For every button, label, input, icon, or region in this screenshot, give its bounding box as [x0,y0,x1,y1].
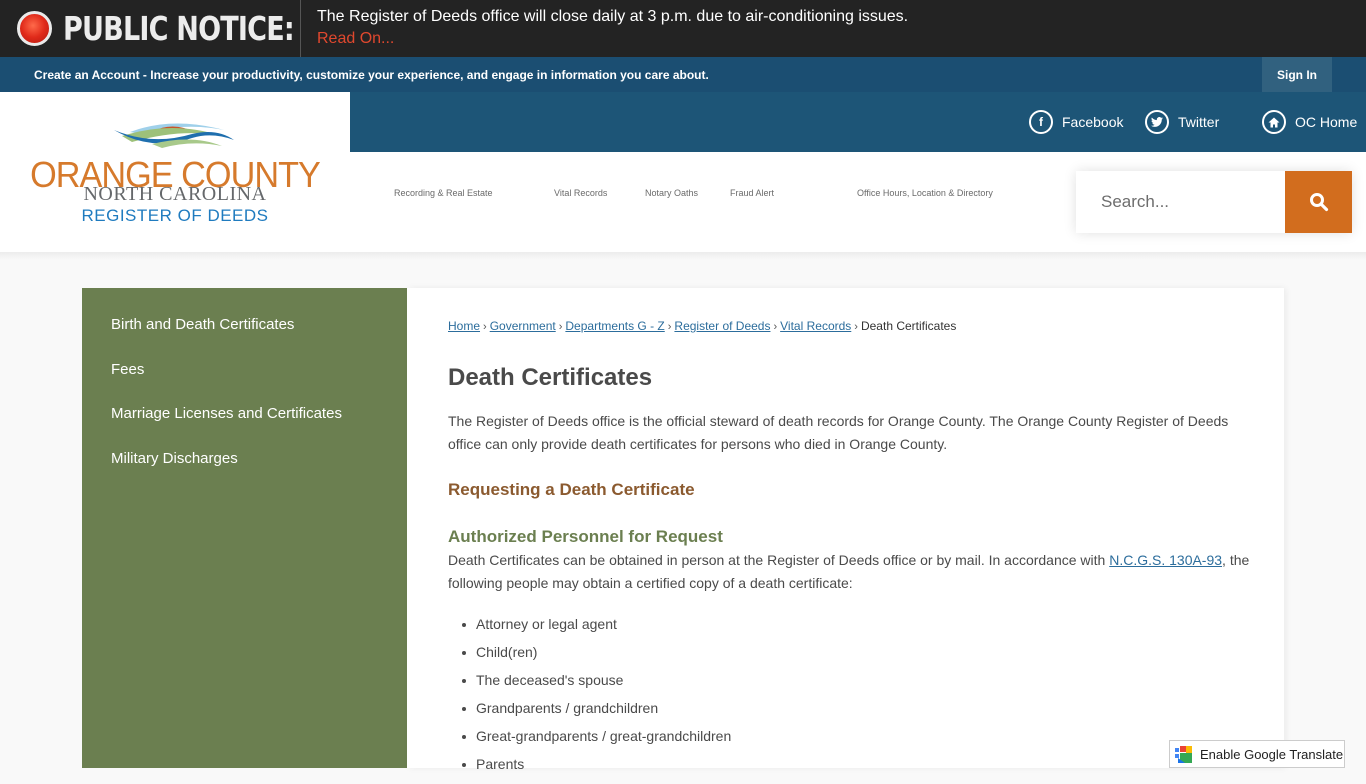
list-item: Child(ren) [461,644,731,672]
oc-home-label: OC Home [1295,114,1358,130]
sidebar-item-marriage-licenses[interactable]: Marriage Licenses and Certificates [111,405,342,422]
logo-landscape-icon [114,123,234,148]
home-icon [1262,110,1286,134]
twitter-icon [1145,110,1169,134]
read-on-link[interactable]: Read On... [317,30,394,48]
nav-vital-records[interactable]: Vital Records [554,188,607,198]
page-title: Death Certificates [448,364,653,391]
sidebar-nav: Birth and Death Certificates Fees Marria… [82,288,407,768]
requesting-heading: Requesting a Death Certificate [448,480,695,499]
breadcrumb-vital-records[interactable]: Vital Records [780,319,851,333]
breadcrumb-separator: › [558,321,563,333]
google-translate-label: Enable Google Translate [1200,746,1344,762]
search-input[interactable] [1076,171,1285,233]
nav-fraud-alert[interactable]: Fraud Alert [730,188,774,198]
list-item: Grandparents / grandchildren [461,700,731,728]
oc-home-link[interactable]: OC Home [1262,110,1357,134]
nav-notary-oaths[interactable]: Notary Oaths [645,188,698,198]
breadcrumb-home[interactable]: Home [448,319,480,333]
header-shadow [0,252,1366,260]
account-bar: Create an Account - Increase your produc… [0,57,1366,92]
facebook-label: Facebook [1062,114,1124,130]
main-content: Home › Government › Departments G - Z › Regist… [407,288,1284,772]
logo[interactable]: ORANGE COUNTY NORTH CAROLINA REGISTER OF… [0,92,350,252]
list-item: Great-grandparents / great-grandchildren [461,728,731,756]
social-bar: f Facebook Twitter OC Home [350,92,1366,152]
facebook-link[interactable]: f Facebook [1029,110,1123,134]
breadcrumb: Home › Government › Departments G - Z › Regist… [448,319,956,333]
list-item: Parents [461,756,731,784]
nav-recording-real-estate[interactable]: Recording & Real Estate [394,188,493,198]
breadcrumb-departments[interactable]: Departments G - Z [565,319,664,333]
breadcrumb-current: Death Certificates [860,319,957,333]
intro-paragraph: The Register of Deeds office is the offi… [448,413,1229,452]
authorized-list: Attorney or legal agent Child(ren) The d… [461,616,731,784]
create-account-link[interactable]: Create an Account - Increase your produc… [34,68,709,82]
google-translate-icon [1175,745,1192,763]
logo-subtitle: NORTH CAROLINA [83,183,267,205]
alert-dot-icon [17,11,52,46]
breadcrumb-government[interactable]: Government [490,319,556,333]
notice-label: PUBLIC NOTICE: [63,9,295,48]
twitter-link[interactable]: Twitter [1145,110,1219,134]
list-item: Attorney or legal agent [461,616,731,644]
sign-in-button[interactable]: Sign In [1262,57,1332,92]
authorized-heading: Authorized Personnel for Request [448,527,723,546]
authorized-text-before: Death Certificates can be obtained in pe… [448,552,1110,568]
authorized-paragraph: Death Certificates can be obtained in pe… [448,549,1258,595]
breadcrumb-separator: › [667,321,672,333]
ncgs-link[interactable]: N.C.G.S. 130A-93 [1109,552,1222,568]
sidebar-item-birth-death-certificates[interactable]: Birth and Death Certificates [111,316,294,333]
public-notice-bar: PUBLIC NOTICE: The Register of Deeds off… [0,0,1366,57]
breadcrumb-register-of-deeds[interactable]: Register of Deeds [674,319,770,333]
google-translate-button[interactable]: Enable Google Translate [1169,740,1345,768]
breadcrumb-separator: › [854,321,858,333]
facebook-icon: f [1029,110,1053,134]
logo-department: REGISTER OF DEEDS [81,206,269,225]
breadcrumb-separator: › [773,321,778,333]
list-item: The deceased's spouse [461,672,731,700]
search-icon [1309,193,1328,212]
search-box [1076,171,1352,233]
notice-divider [300,0,301,57]
notice-message: The Register of Deeds office will close … [317,8,909,25]
twitter-label: Twitter [1178,114,1220,130]
sidebar-item-military-discharges[interactable]: Military Discharges [111,450,238,467]
search-button[interactable] [1285,171,1352,233]
breadcrumb-separator: › [483,321,487,333]
nav-office-hours[interactable]: Office Hours, Location & Directory [857,188,993,198]
sidebar-item-fees[interactable]: Fees [111,361,144,378]
